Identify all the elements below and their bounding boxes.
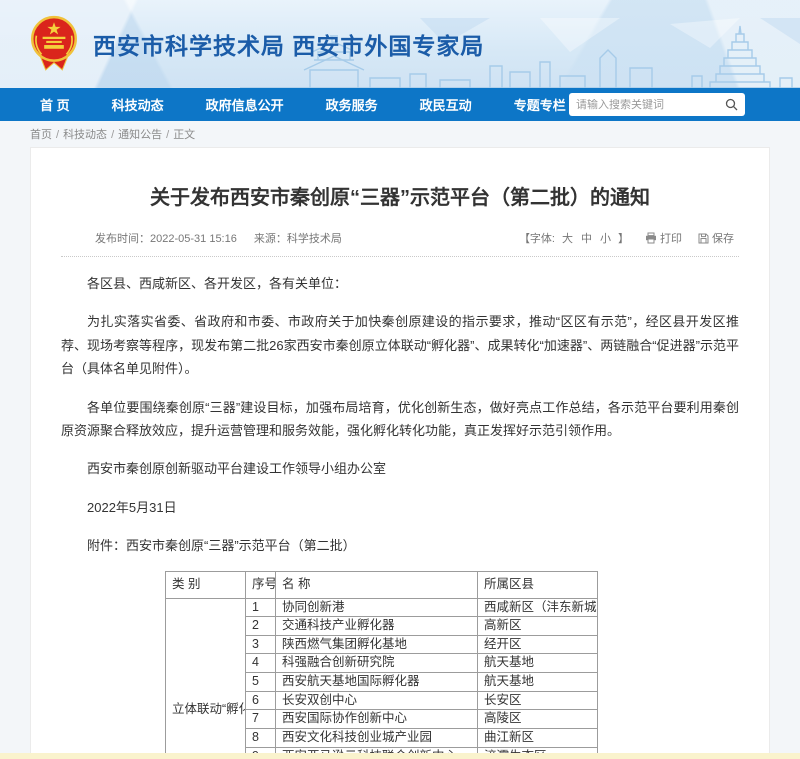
signature-office: 西安市秦创原创新驱动平台建设工作领导小组办公室 (61, 457, 739, 480)
row-district: 高陵区 (478, 710, 598, 729)
source-label: 来源：科学技术局 (254, 233, 342, 245)
header-seq: 序号 (246, 571, 276, 598)
breadcrumb-separator: / (56, 129, 59, 141)
save-button[interactable]: 保存 (698, 230, 734, 246)
row-name: 西安文化科技创业城产业园 (276, 728, 478, 747)
article-meta: 发布时间：2022-05-31 15:16 来源：科学技术局 【字体: 大 中 … (95, 230, 734, 246)
header-category: 类 别 (166, 571, 246, 598)
paragraph-announcement: 为扎实落实省委、省政府和市委、市政府关于加快秦创原建设的指示要求，推动“区区有示… (61, 310, 739, 380)
row-name: 协同创新港 (276, 598, 478, 617)
row-name: 西安国际协作创新中心 (276, 710, 478, 729)
row-seq: 2 (246, 617, 276, 636)
row-name: 交通科技产业孵化器 (276, 617, 478, 636)
nav-item-interaction[interactable]: 政民互动 (420, 95, 472, 114)
article-body: 各区县、西咸新区、各开发区，各有关单位： 为扎实落实省委、省政府和市委、市政府关… (61, 272, 739, 558)
nav-item-gov-info[interactable]: 政府信息公开 (206, 95, 284, 114)
breadcrumb-separator: / (166, 129, 169, 141)
printer-icon (645, 232, 657, 244)
main-nav: 首 页 科技动态 政府信息公开 政务服务 政民互动 专题专栏 (0, 88, 800, 121)
attachment-link[interactable]: 附件：西安市秦创原“三器”示范平台（第二批） (61, 534, 739, 557)
paragraph-requirements: 各单位要围绕秦创原“三器”建设目标，加强布局培育，优化创新生态，做好亮点工作总结… (61, 396, 739, 443)
font-size-large[interactable]: 大 (562, 230, 573, 246)
breadcrumb-item-1[interactable]: 科技动态 (63, 129, 107, 141)
row-district: 长安区 (478, 691, 598, 710)
row-district: 航天基地 (478, 673, 598, 692)
breadcrumb-item-2[interactable]: 通知公告 (118, 129, 162, 141)
bottom-partial-bar (0, 753, 800, 759)
breadcrumb: 首页 / 科技动态 / 通知公告 / 正文 (0, 121, 800, 147)
site-title: 西安市科学技术局 西安市外国专家局 (93, 27, 484, 61)
page-title: 关于发布西安市秦创原“三器”示范平台（第二批）的通知 (61, 181, 739, 210)
print-button[interactable]: 打印 (645, 230, 682, 246)
signature-date: 2022年5月31日 (61, 496, 739, 519)
search-box[interactable] (569, 93, 745, 116)
row-seq: 8 (246, 728, 276, 747)
breadcrumb-separator: / (111, 129, 114, 141)
row-seq: 6 (246, 691, 276, 710)
table-row: 立体联动“孵化器”（12家）1协同创新港西咸新区（沣东新城） (166, 598, 598, 617)
row-seq: 5 (246, 673, 276, 692)
save-icon (698, 233, 709, 244)
row-district: 航天基地 (478, 654, 598, 673)
dotted-divider (61, 256, 739, 257)
search-input[interactable] (576, 99, 725, 111)
header-district: 所属区县 (478, 571, 598, 598)
row-seq: 1 (246, 598, 276, 617)
row-district: 高新区 (478, 617, 598, 636)
national-emblem-logo (28, 15, 80, 73)
paragraph-salutation: 各区县、西咸新区、各开发区，各有关单位： (61, 272, 739, 295)
row-district: 西咸新区（沣东新城） (478, 598, 598, 617)
search-icon[interactable] (725, 98, 738, 111)
publish-time: 发布时间：2022-05-31 15:16 (95, 233, 237, 245)
table-header-row: 类 别 序号 名 称 所属区县 (166, 571, 598, 598)
nav-item-home[interactable]: 首 页 (40, 95, 70, 114)
nav-item-gov-service[interactable]: 政务服务 (326, 95, 378, 114)
row-name: 陕西燃气集团孵化基地 (276, 635, 478, 654)
row-name: 科强融合创新研究院 (276, 654, 478, 673)
attachment-table: 类 别 序号 名 称 所属区县 立体联动“孵化器”（12家）1协同创新港西咸新区… (165, 571, 598, 759)
category-cell-0: 立体联动“孵化器”（12家） (166, 598, 246, 759)
article-card: 关于发布西安市秦创原“三器”示范平台（第二批）的通知 发布时间：2022-05-… (30, 147, 770, 759)
row-district: 经开区 (478, 635, 598, 654)
font-size-small[interactable]: 小 (600, 230, 611, 246)
font-size-suffix: 】 (618, 230, 629, 246)
font-size-medium[interactable]: 中 (581, 230, 592, 246)
header-name: 名 称 (276, 571, 478, 598)
nav-item-special-topics[interactable]: 专题专栏 (514, 95, 566, 114)
breadcrumb-item-3: 正文 (173, 129, 195, 141)
row-seq: 4 (246, 654, 276, 673)
breadcrumb-item-0[interactable]: 首页 (30, 129, 52, 141)
row-district: 曲江新区 (478, 728, 598, 747)
row-name: 西安航天基地国际孵化器 (276, 673, 478, 692)
row-seq: 7 (246, 710, 276, 729)
nav-item-tech-news[interactable]: 科技动态 (112, 95, 164, 114)
row-name: 长安双创中心 (276, 691, 478, 710)
site-header: 西安市科学技术局 西安市外国专家局 (0, 0, 800, 88)
font-size-prefix: 【字体: (519, 230, 555, 246)
row-seq: 3 (246, 635, 276, 654)
attachment-table-wrap: 类 别 序号 名 称 所属区县 立体联动“孵化器”（12家）1协同创新港西咸新区… (165, 571, 597, 759)
